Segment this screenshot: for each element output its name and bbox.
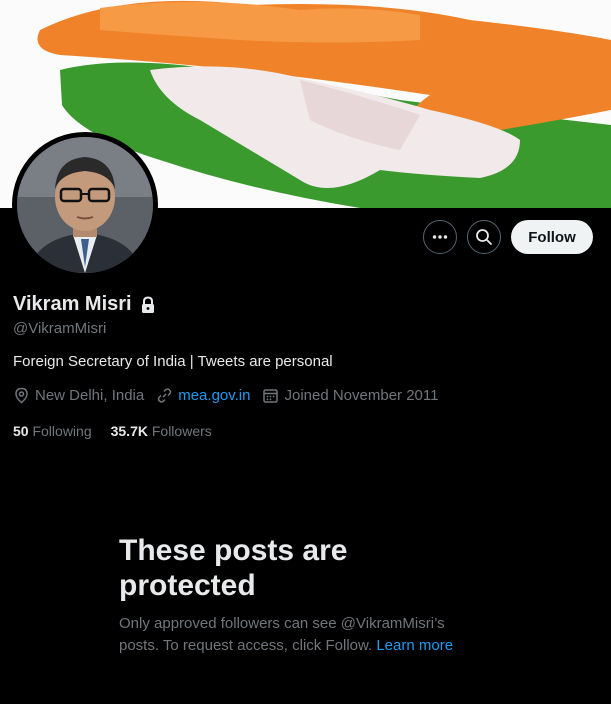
profile-meta: New Delhi, India mea.gov.in Joined Novem… xyxy=(13,387,450,404)
location-text: New Delhi, India xyxy=(35,387,145,404)
name-row: Vikram Misri xyxy=(13,293,156,316)
location-item: New Delhi, India xyxy=(13,387,144,404)
following-count: 50 xyxy=(13,423,29,439)
profile-name: Vikram Misri xyxy=(13,293,132,315)
avatar-photo xyxy=(17,137,153,273)
protected-title: These posts are protected xyxy=(119,534,348,602)
following-stat[interactable]: 50 Following xyxy=(13,423,92,439)
follow-button[interactable]: Follow xyxy=(511,220,593,254)
followers-stat[interactable]: 35.7K Followers xyxy=(111,423,212,439)
website-link[interactable]: mea.gov.in xyxy=(178,387,250,404)
location-icon xyxy=(15,387,28,404)
more-icon xyxy=(432,235,448,239)
search-button[interactable] xyxy=(467,220,501,254)
joined-text: Joined November 2011 xyxy=(284,387,439,404)
profile-bio: Foreign Secretary of India | Tweets are … xyxy=(13,353,333,370)
followers-count: 35.7K xyxy=(110,423,148,439)
learn-more-link[interactable]: Learn more xyxy=(376,637,453,654)
following-label: Following xyxy=(32,423,92,439)
profile-handle: @VikramMisri xyxy=(13,320,107,337)
website-item[interactable]: mea.gov.in xyxy=(156,387,250,404)
joined-item: Joined November 2011 xyxy=(262,387,438,404)
followers-label: Followers xyxy=(151,423,212,439)
protected-description: Only approved followers can see @VikramM… xyxy=(119,613,479,657)
link-icon xyxy=(157,388,172,403)
search-icon xyxy=(476,229,492,245)
follow-stats: 50 Following 35.7K Followers xyxy=(13,423,231,439)
more-button[interactable] xyxy=(423,220,457,254)
lock-icon xyxy=(141,295,154,313)
avatar[interactable] xyxy=(17,137,153,273)
calendar-icon xyxy=(263,389,279,403)
